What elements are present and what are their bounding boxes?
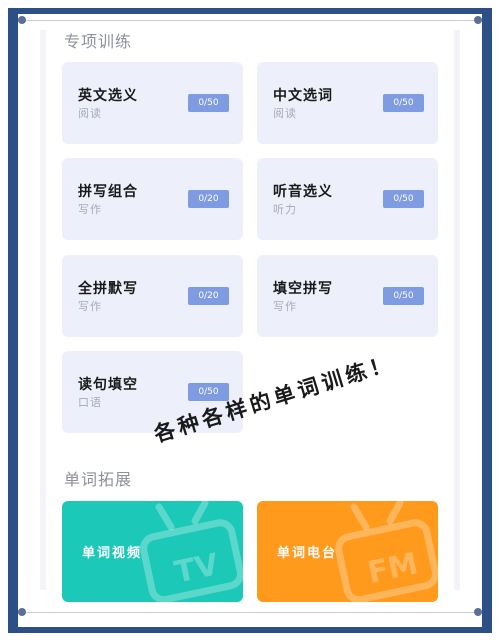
word-radio-label: 单词电台	[277, 546, 338, 561]
word-video-card[interactable]: TV 单词视频	[62, 501, 243, 602]
card-skill: 阅读	[78, 107, 102, 120]
decorative-line	[22, 20, 478, 21]
training-card-spelling-combo[interactable]: 拼写组合 写作 0/20	[62, 158, 243, 240]
word-radio-card[interactable]: FM 单词电台	[257, 501, 438, 602]
card-title: 填空拼写	[273, 281, 333, 297]
card-title: 中文选词	[273, 88, 333, 104]
watermark-text: FM	[365, 546, 422, 591]
training-card-fill-spelling[interactable]: 填空拼写 写作 0/50	[257, 255, 438, 337]
phone-edge	[454, 30, 460, 590]
card-skill: 听力	[273, 203, 297, 216]
card-skill: 阅读	[273, 107, 297, 120]
training-card-dictation[interactable]: 全拼默写 写作 0/20	[62, 255, 243, 337]
progress-badge: 0/50	[383, 190, 424, 208]
watermark-text: TV	[172, 547, 223, 590]
card-skill: 写作	[78, 203, 102, 216]
card-skill: 口语	[78, 396, 102, 409]
progress-badge: 0/50	[383, 94, 424, 112]
card-title: 读句填空	[78, 377, 138, 393]
decorative-line	[22, 612, 478, 613]
decorative-dot	[18, 16, 26, 24]
training-card-english-meaning[interactable]: 英文选义 阅读 0/50	[62, 62, 243, 144]
card-title: 拼写组合	[78, 184, 138, 200]
training-card-chinese-word[interactable]: 中文选词 阅读 0/50	[257, 62, 438, 144]
decorative-dot	[474, 608, 482, 616]
phone-edge	[40, 30, 46, 590]
training-card-listening[interactable]: 听音选义 听力 0/50	[257, 158, 438, 240]
decorative-dot	[18, 608, 26, 616]
card-title: 听音选义	[273, 184, 333, 200]
card-title: 英文选义	[78, 88, 138, 104]
progress-badge: 0/20	[188, 190, 229, 208]
card-title: 全拼默写	[78, 281, 138, 297]
section-title-special-training: 专项训练	[64, 32, 133, 51]
decorative-dot	[474, 16, 482, 24]
card-skill: 写作	[78, 300, 102, 313]
progress-badge: 0/20	[188, 287, 229, 305]
word-video-label: 单词视频	[82, 546, 143, 561]
section-title-word-expansion: 单词拓展	[64, 470, 133, 489]
card-skill: 写作	[273, 300, 297, 313]
progress-badge: 0/50	[188, 94, 229, 112]
progress-badge: 0/50	[383, 287, 424, 305]
